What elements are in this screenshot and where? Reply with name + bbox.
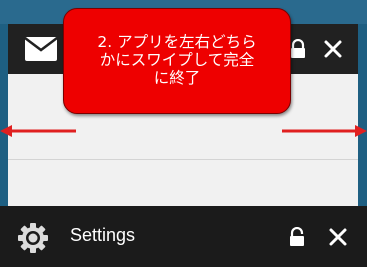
callout-line-3: に終了	[153, 69, 201, 87]
settings-label: Settings	[70, 225, 136, 245]
card-divider	[8, 159, 358, 160]
recent-app-card-settings[interactable]: Settings	[0, 206, 367, 267]
swipe-right-arrow-icon	[282, 125, 367, 137]
gear-icon	[18, 223, 48, 253]
callout-line-1: 2. アプリを左右どちら	[97, 33, 257, 51]
callout-line-2: かにスワイプして完全	[99, 51, 255, 69]
lock-icon[interactable]	[289, 227, 305, 247]
lock-icon[interactable]	[289, 39, 307, 59]
mail-icon	[24, 37, 58, 61]
swipe-left-arrow-icon	[0, 125, 76, 137]
instruction-callout: 2. アプリを左右どちら かにスワイプして完全 に終了	[63, 8, 291, 114]
close-icon[interactable]	[327, 226, 349, 248]
close-icon[interactable]	[322, 38, 344, 60]
